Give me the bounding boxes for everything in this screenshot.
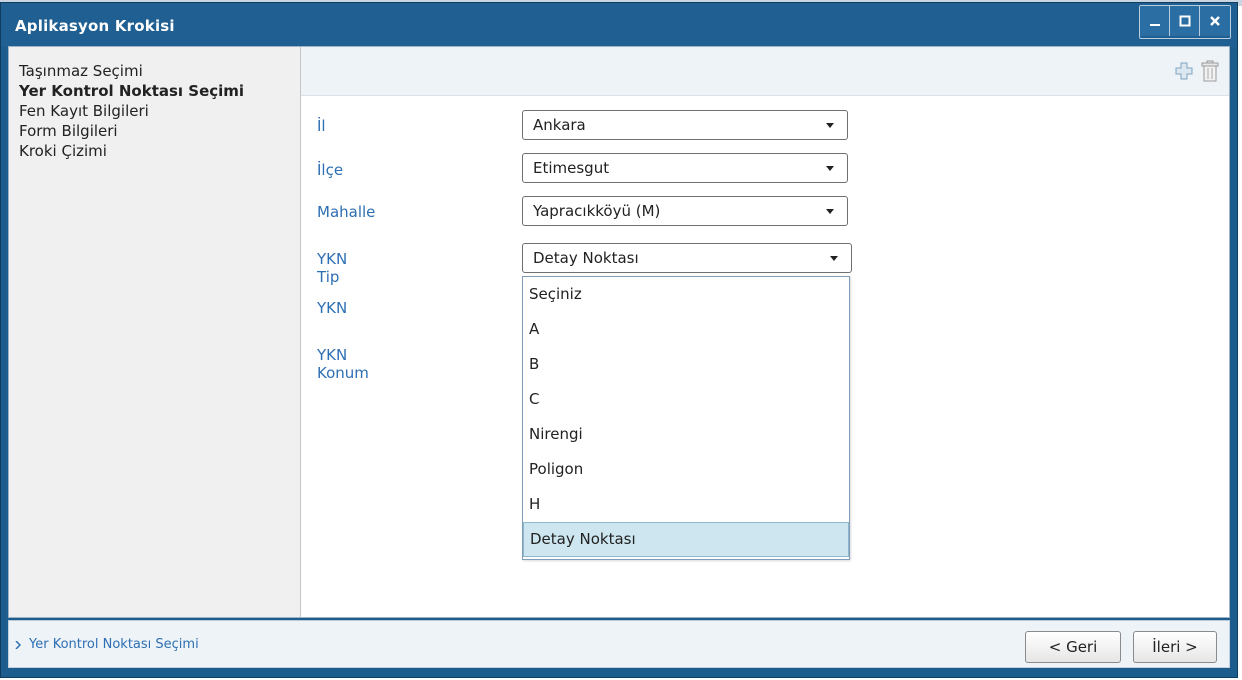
window-title: Aplikasyon Krokisi xyxy=(15,17,175,35)
option-nirengi[interactable]: Nirengi xyxy=(523,417,849,452)
chevron-down-icon xyxy=(826,123,834,128)
ilce-select[interactable]: Etimesgut xyxy=(522,153,848,183)
next-button[interactable]: İleri > xyxy=(1133,631,1217,663)
ykn-tip-select[interactable]: Detay Noktası xyxy=(522,243,852,273)
mahalle-label: Mahalle xyxy=(317,203,376,221)
sidebar-item-kroki-cizimi[interactable]: Kroki Çizimi xyxy=(9,141,300,161)
option-a[interactable]: A xyxy=(523,312,849,347)
option-c[interactable]: C xyxy=(523,382,849,417)
ykn-label: YKN xyxy=(317,299,348,317)
sidebar-item-fen-kayit-bilgileri[interactable]: Fen Kayıt Bilgileri xyxy=(9,101,300,121)
il-select[interactable]: Ankara xyxy=(522,110,848,140)
sidebar-item-tasinmaz-secimi[interactable]: Taşınmaz Seçimi xyxy=(9,61,300,81)
ykn-tip-label: YKN Tip xyxy=(317,250,348,286)
chevron-right-icon xyxy=(15,640,21,649)
minimize-button[interactable] xyxy=(1140,6,1170,36)
close-icon xyxy=(1210,16,1220,26)
maximize-button[interactable] xyxy=(1170,6,1200,36)
back-button[interactable]: < Geri xyxy=(1025,631,1121,663)
option-b[interactable]: B xyxy=(523,347,849,382)
sidebar-item-yer-kontrol-noktasi-secimi[interactable]: Yer Kontrol Noktası Seçimi xyxy=(9,81,300,101)
mahalle-select-value: Yapracıkköyü (M) xyxy=(533,202,661,220)
il-select-value: Ankara xyxy=(533,116,586,134)
option-seciniz[interactable]: Seçiniz xyxy=(523,277,849,312)
ykn-tip-dropdown-list: Seçiniz A B C Nirengi Poligon H Detay No… xyxy=(522,276,850,560)
ilce-label: İlçe xyxy=(317,161,344,179)
option-poligon[interactable]: Poligon xyxy=(523,452,849,487)
chevron-down-icon xyxy=(830,256,838,261)
option-detay-noktasi[interactable]: Detay Noktası xyxy=(523,522,849,557)
plus-icon[interactable] xyxy=(1173,59,1195,83)
ykn-konum-label: YKN Konum xyxy=(317,346,369,382)
wizard-footer: Yer Kontrol Noktası Seçimi < Geri İleri … xyxy=(8,620,1230,668)
toolbar xyxy=(301,47,1229,96)
wizard-sidebar: Taşınmaz Seçimi Yer Kontrol Noktası Seçi… xyxy=(9,47,301,617)
chevron-down-icon xyxy=(826,166,834,171)
window-controls xyxy=(1139,5,1231,39)
close-button[interactable] xyxy=(1200,6,1230,36)
minimize-icon xyxy=(1149,24,1160,26)
sidebar-item-form-bilgileri[interactable]: Form Bilgileri xyxy=(9,121,300,141)
maximize-icon xyxy=(1179,15,1190,27)
chevron-down-icon xyxy=(826,209,834,214)
breadcrumb: Yer Kontrol Noktası Seçimi xyxy=(15,637,199,652)
ilce-select-value: Etimesgut xyxy=(533,159,610,177)
ykn-tip-select-value: Detay Noktası xyxy=(533,249,639,267)
mahalle-select[interactable]: Yapracıkköyü (M) xyxy=(522,196,848,226)
option-h[interactable]: H xyxy=(523,487,849,522)
breadcrumb-label: Yer Kontrol Noktası Seçimi xyxy=(29,637,199,652)
trash-icon[interactable] xyxy=(1199,59,1221,83)
il-label: İl xyxy=(317,117,326,135)
title-bar[interactable]: Aplikasyon Krokisi xyxy=(1,3,1237,47)
